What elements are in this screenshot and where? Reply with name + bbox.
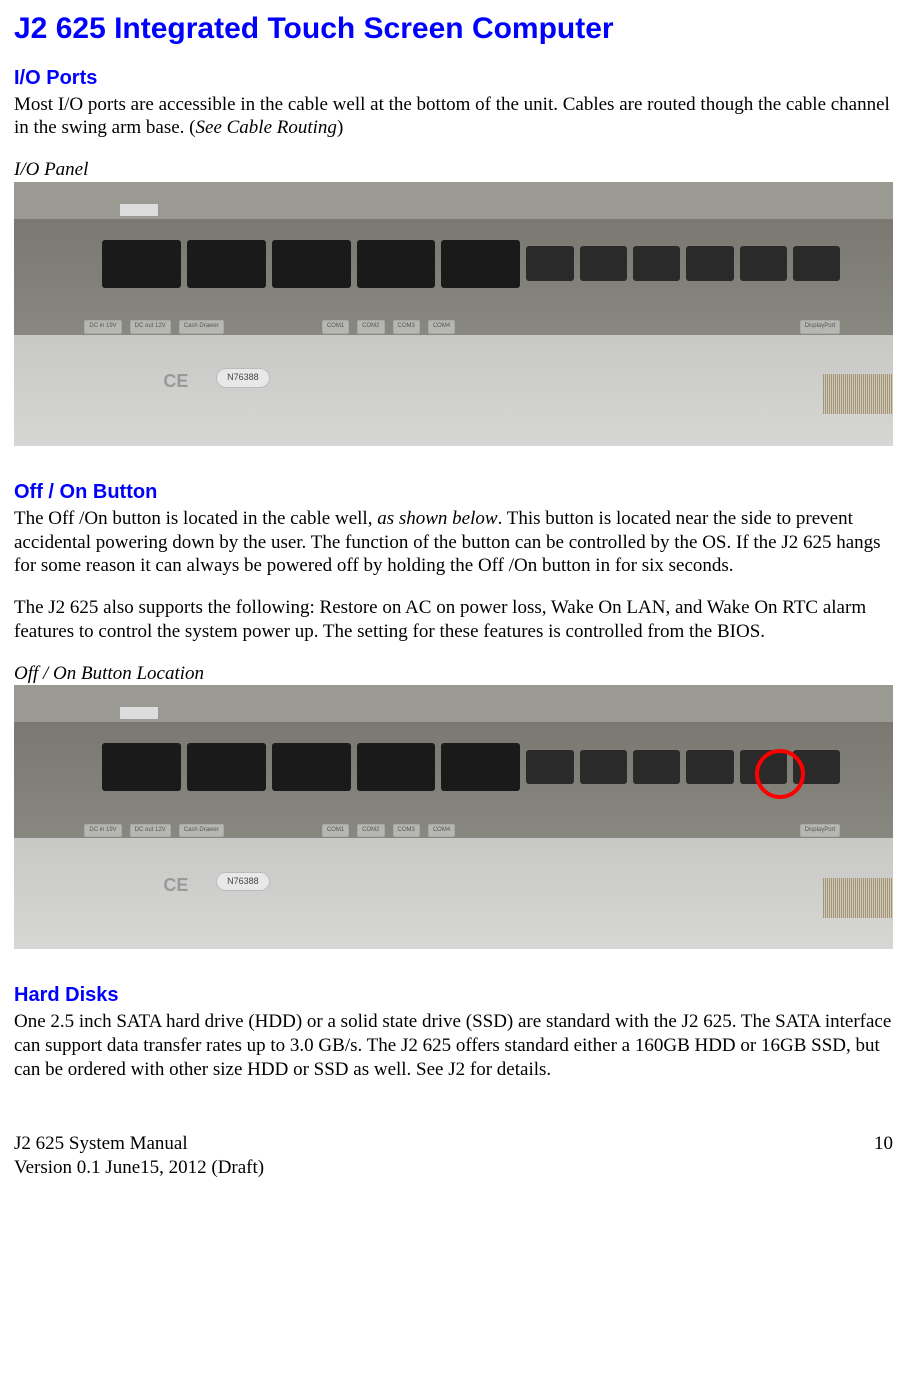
port-icon: [357, 240, 436, 288]
port-icon: [272, 743, 351, 791]
footer-manual: J2 625 System Manual: [14, 1132, 264, 1157]
port-icon: [357, 743, 436, 791]
footer-left: J2 625 System Manual Version 0.1 June15,…: [14, 1132, 264, 1181]
highlight-circle-icon: [755, 749, 805, 799]
off-on-italic: as shown below: [377, 508, 497, 529]
com2-label: COM2: [357, 824, 384, 838]
com3-label: COM3: [393, 320, 420, 334]
io-ports-body: Most I/O ports are accessible in the cab…: [14, 93, 893, 141]
cash-drawer-label: Cash Drawer: [179, 320, 224, 334]
port-icon: [187, 240, 266, 288]
port-label-row: DC in 19V DC out 12V Cash Drawer COM1 CO…: [84, 308, 840, 345]
com1-label: COM1: [322, 824, 349, 838]
section-heading-hard-disks: Hard Disks: [14, 983, 893, 1008]
com3-label: COM3: [393, 824, 420, 838]
port-icon: [441, 743, 520, 791]
displayport-label: DisplayPort: [800, 320, 841, 334]
usb-port-icon: [526, 246, 573, 280]
barcode-icon: [823, 878, 893, 918]
io-ports-see-ref: See Cable Routing: [196, 117, 337, 138]
usb-port-icon: [686, 246, 733, 280]
off-on-text-a: The Off /On button is located in the cab…: [14, 508, 377, 529]
dc-out-label: DC out 12V: [130, 824, 171, 838]
io-ports-text: Most I/O ports are accessible in the cab…: [14, 94, 890, 139]
dc-out-label: DC out 12V: [130, 320, 171, 334]
com2-label: COM2: [357, 320, 384, 334]
usb-port-icon: [119, 203, 159, 217]
io-panel-figure-label: I/O Panel: [14, 158, 893, 182]
cash-drawer-label: Cash Drawer: [179, 824, 224, 838]
section-heading-io-ports: I/O Ports: [14, 66, 893, 91]
off-on-body1: The Off /On button is located in the cab…: [14, 507, 893, 578]
port-row: [102, 229, 840, 298]
footer-version: Version 0.1 June15, 2012 (Draft): [14, 1156, 264, 1181]
port-label-row: DC in 19V DC out 12V Cash Drawer COM1 CO…: [84, 812, 840, 849]
off-on-body2: The J2 625 also supports the following: …: [14, 596, 893, 644]
com4-label: COM4: [428, 824, 455, 838]
footer-page-number: 10: [874, 1132, 893, 1181]
ce-mark: CE: [163, 874, 188, 897]
com1-label: COM1: [322, 320, 349, 334]
usb-port-icon: [793, 246, 840, 280]
dc-in-label: DC in 19V: [84, 320, 121, 334]
port-row: [102, 733, 840, 802]
io-panel-figure: DC in 19V DC out 12V Cash Drawer COM1 CO…: [14, 182, 893, 446]
com4-label: COM4: [428, 320, 455, 334]
usb-port-icon: [740, 246, 787, 280]
port-icon: [441, 240, 520, 288]
off-on-button-figure: DC in 19V DC out 12V Cash Drawer COM1 CO…: [14, 685, 893, 949]
usb-port-icon: [526, 750, 573, 784]
displayport-label: DisplayPort: [800, 824, 841, 838]
usb-port-icon: [580, 750, 627, 784]
port-icon: [102, 240, 181, 288]
usb-port-icon: [119, 706, 159, 720]
sticker-label: N76388: [216, 872, 270, 891]
page-footer: J2 625 System Manual Version 0.1 June15,…: [14, 1132, 893, 1181]
port-icon: [272, 240, 351, 288]
port-icon: [187, 743, 266, 791]
ce-mark: CE: [163, 370, 188, 393]
dc-in-label: DC in 19V: [84, 824, 121, 838]
sticker-label: N76388: [216, 368, 270, 387]
usb-port-icon: [580, 246, 627, 280]
usb-port-icon: [686, 750, 733, 784]
hard-disks-body: One 2.5 inch SATA hard drive (HDD) or a …: [14, 1010, 893, 1081]
off-on-figure-label: Off / On Button Location: [14, 662, 893, 686]
page-title: J2 625 Integrated Touch Screen Computer: [14, 10, 893, 48]
usb-port-icon: [633, 246, 680, 280]
io-ports-text-end: ): [337, 117, 343, 138]
port-icon: [102, 743, 181, 791]
barcode-icon: [823, 374, 893, 414]
usb-port-icon: [633, 750, 680, 784]
section-heading-off-on: Off / On Button: [14, 480, 893, 505]
